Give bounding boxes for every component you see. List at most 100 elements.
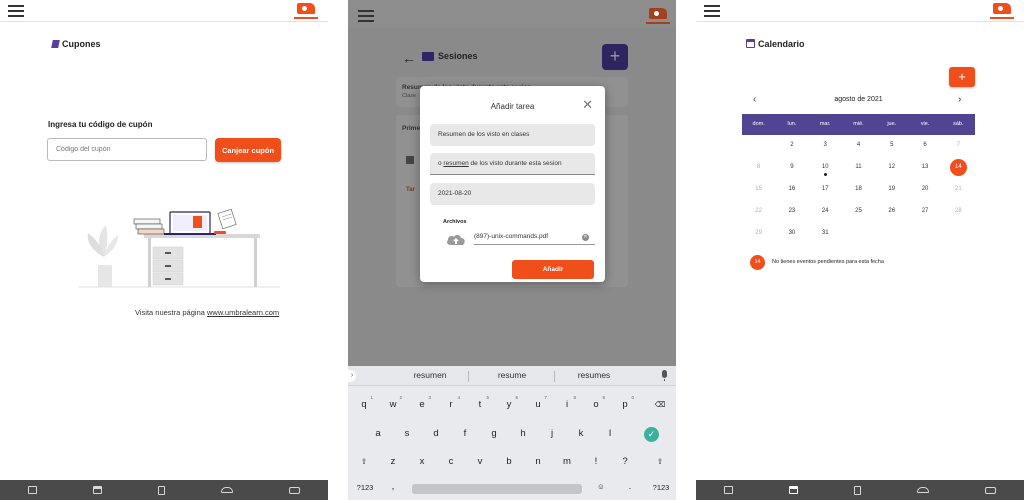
- next-month-chevron-icon[interactable]: ›: [958, 94, 961, 105]
- prev-month-chevron-icon[interactable]: ‹: [753, 94, 756, 105]
- calendar-day[interactable]: 5: [875, 135, 908, 157]
- calendar-day[interactable]: 15: [742, 179, 775, 201]
- task-date-input[interactable]: 2021-08-20: [430, 183, 595, 205]
- key-exclamation[interactable]: !: [588, 456, 604, 467]
- key-x[interactable]: x: [414, 456, 430, 467]
- key-l[interactable]: l: [602, 428, 618, 439]
- done-check-icon[interactable]: ✓: [644, 427, 659, 442]
- task-title-input[interactable]: Resumen de los visto en clases: [430, 124, 595, 146]
- key-y[interactable]: y6: [501, 395, 518, 410]
- calendar-day[interactable]: 13: [908, 157, 941, 179]
- key-e[interactable]: e3: [414, 395, 431, 410]
- suggestion-3[interactable]: resumes: [559, 370, 629, 380]
- calendar-day[interactable]: 30: [775, 223, 808, 245]
- key-s[interactable]: s: [399, 428, 415, 439]
- nav-calendar-icon[interactable]: [789, 486, 798, 494]
- menu-icon[interactable]: [358, 10, 374, 22]
- nav-document-icon[interactable]: [854, 485, 861, 495]
- calendar-day[interactable]: 28: [942, 201, 975, 223]
- key-f[interactable]: f: [457, 428, 473, 439]
- nav-calendar-icon[interactable]: [93, 486, 102, 494]
- suggestion-1[interactable]: resumen: [395, 370, 465, 380]
- key-z[interactable]: z: [385, 456, 401, 467]
- calendar-day[interactable]: 22: [742, 201, 775, 223]
- calendar-day[interactable]: 21: [942, 179, 975, 201]
- calendar-day-selected[interactable]: 14: [942, 157, 975, 179]
- back-arrow-icon[interactable]: ←: [402, 50, 416, 66]
- calendar-day[interactable]: 8: [742, 157, 775, 179]
- space-key[interactable]: [412, 484, 582, 494]
- key-d[interactable]: d: [428, 428, 444, 439]
- nav-document-icon[interactable]: [158, 485, 165, 495]
- redeem-coupon-button[interactable]: Canjear cupón: [215, 138, 281, 162]
- calendar-day[interactable]: 3: [809, 135, 842, 157]
- nav-chat-icon[interactable]: [289, 486, 300, 494]
- calendar-day[interactable]: 11: [842, 157, 875, 179]
- menu-icon[interactable]: [704, 5, 720, 17]
- add-event-button[interactable]: +: [949, 67, 975, 87]
- key-o[interactable]: o9: [588, 395, 605, 410]
- suggestion-2[interactable]: resume: [477, 370, 547, 380]
- key-p[interactable]: p0: [617, 395, 634, 410]
- website-link[interactable]: www.umbralearn.com: [207, 308, 279, 317]
- key-h[interactable]: h: [515, 428, 531, 439]
- key-t[interactable]: t5: [472, 395, 489, 410]
- add-task-button[interactable]: Añadir: [512, 260, 594, 279]
- calendar-day[interactable]: 6: [908, 135, 941, 157]
- key-w[interactable]: w2: [385, 395, 402, 410]
- key-v[interactable]: v: [472, 456, 488, 467]
- expand-arrow-icon[interactable]: ›: [348, 370, 356, 382]
- emoji-icon[interactable]: ☺: [593, 482, 609, 491]
- key-u[interactable]: u7: [530, 395, 547, 410]
- comma-key[interactable]: ,: [385, 481, 401, 492]
- key-b[interactable]: b: [501, 456, 517, 467]
- key-j[interactable]: j: [544, 428, 560, 439]
- key-i[interactable]: i8: [559, 395, 576, 410]
- calendar-day[interactable]: 19: [875, 179, 908, 201]
- key-g[interactable]: g: [486, 428, 502, 439]
- calendar-day[interactable]: 16: [775, 179, 808, 201]
- key-n[interactable]: n: [530, 456, 546, 467]
- shift-key-right[interactable]: ⇧: [652, 457, 668, 466]
- calendar-day[interactable]: 25: [842, 201, 875, 223]
- calendar-day[interactable]: 18: [842, 179, 875, 201]
- add-session-button[interactable]: +: [602, 44, 628, 70]
- nav-group-icon[interactable]: [917, 487, 929, 493]
- nav-home-icon[interactable]: [724, 486, 733, 494]
- file-name-field[interactable]: (897)-unix-commands.pdf ✕: [474, 229, 595, 245]
- calendar-day[interactable]: 23: [775, 201, 808, 223]
- calendar-day[interactable]: 10: [809, 157, 842, 179]
- calendar-day[interactable]: 27: [908, 201, 941, 223]
- calendar-day[interactable]: 9: [775, 157, 808, 179]
- key-q[interactable]: q1: [356, 395, 373, 410]
- coupon-code-input[interactable]: [47, 138, 207, 161]
- close-icon[interactable]: ✕: [582, 98, 593, 111]
- key-m[interactable]: m: [559, 456, 575, 467]
- key-r[interactable]: r4: [443, 395, 460, 410]
- cloud-upload-icon[interactable]: [446, 233, 466, 245]
- nav-home-icon[interactable]: [28, 486, 37, 494]
- key-a[interactable]: a: [370, 428, 386, 439]
- calendar-day[interactable]: 26: [875, 201, 908, 223]
- calendar-day[interactable]: 12: [875, 157, 908, 179]
- shift-key[interactable]: ⇧: [356, 457, 372, 466]
- calendar-day[interactable]: 2: [775, 135, 808, 157]
- period-key[interactable]: .: [622, 481, 638, 492]
- calendar-day[interactable]: 7: [942, 135, 975, 157]
- calendar-day[interactable]: 29: [742, 223, 775, 245]
- backspace-key[interactable]: ⌫: [652, 400, 668, 409]
- key-k[interactable]: k: [573, 428, 589, 439]
- symbols-key[interactable]: ?123: [352, 483, 378, 492]
- microphone-icon[interactable]: [662, 370, 667, 381]
- nav-chat-icon[interactable]: [985, 486, 996, 494]
- symbols-key-right[interactable]: ?123: [648, 483, 674, 492]
- clear-file-icon[interactable]: ✕: [582, 234, 589, 241]
- menu-icon[interactable]: [8, 5, 24, 17]
- key-question[interactable]: ?: [617, 456, 633, 467]
- calendar-day[interactable]: 4: [842, 135, 875, 157]
- nav-group-icon[interactable]: [221, 487, 233, 493]
- calendar-day[interactable]: 24: [809, 201, 842, 223]
- key-c[interactable]: c: [443, 456, 459, 467]
- calendar-day[interactable]: 31: [809, 223, 842, 245]
- calendar-day[interactable]: 20: [908, 179, 941, 201]
